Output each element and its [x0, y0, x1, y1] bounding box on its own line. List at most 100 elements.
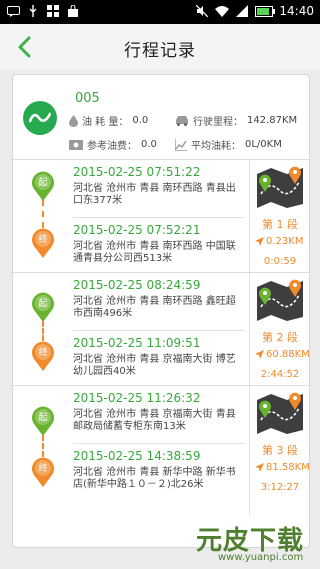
end-time: 2015-02-25 11:09:51 — [73, 336, 201, 350]
start-label: 起 — [38, 413, 48, 423]
clock: 14:40 — [279, 4, 314, 18]
mileage-value: 142.87KM — [247, 115, 298, 126]
divider — [249, 386, 250, 516]
start-address: 河北省 沧州市 青县 南环西路 青县出口东377米 — [73, 183, 236, 206]
trip-segment-info: 第 1 段 0.23KM 0:0:59 — [251, 160, 309, 277]
start-marker: 起 — [31, 292, 55, 322]
vehicle-summary: 005 油 耗 量： 0.0 行驶里程： 142.87KM 参考油费： 0.0 … — [13, 75, 309, 159]
trip-item[interactable]: 起 终 2015-02-25 08:24:59 河北省 沧州市 青县 南环西路 … — [13, 272, 309, 390]
message-icon — [6, 4, 20, 18]
trip-route-rail: 起 终 — [31, 160, 55, 277]
trip-record-card: 005 油 耗 量： 0.0 行驶里程： 142.87KM 参考油费： 0.0 … — [12, 74, 310, 548]
end-marker: 终 — [31, 228, 55, 258]
trip-end: 2015-02-25 07:52:21 河北省 沧州市 青县 南环西路 中国联通… — [73, 223, 245, 265]
start-marker: 起 — [31, 406, 55, 436]
page-title: 行程记录 — [124, 41, 196, 61]
trip-route-rail: 起 终 — [31, 386, 55, 516]
fuel-consumption-stat: 油 耗 量： 0.0 — [69, 113, 148, 128]
segment-duration: 0:0:59 — [263, 256, 297, 267]
trip-start: 2015-02-25 07:51:22 河北省 沧州市 青县 南环西路 青县出口… — [73, 165, 245, 207]
car-id: 005 — [75, 91, 100, 106]
route-dashes — [42, 200, 44, 228]
trip-route-rail: 起 终 — [31, 273, 55, 390]
reference-cost-stat: 参考油费： 0.0 — [69, 137, 157, 152]
avg-value: 0L/0KM — [245, 139, 282, 150]
avg-label: 平均油耗： — [191, 141, 241, 152]
segment-duration: 2:44:52 — [260, 369, 300, 380]
money-icon — [69, 139, 83, 150]
mute-icon — [195, 4, 209, 18]
end-address: 河北省 沧州市 青县 南环西路 中国联通青县分公司西513米 — [73, 241, 236, 264]
map-icon[interactable] — [255, 392, 305, 434]
distance-value: 60.88KM — [266, 349, 310, 360]
trip-segment-info: 第 2 段 60.88KM 2:44:52 — [251, 273, 309, 390]
end-address: 河北省 沧州市 青县 新华中路 新华书店(新华中路１０－２)北26米 — [73, 467, 236, 490]
end-time: 2015-02-25 14:38:59 — [73, 449, 201, 463]
watermark-url: www.yuanpi.com — [218, 552, 304, 563]
route-dashes — [42, 435, 44, 457]
shopping-bag-icon — [66, 4, 80, 18]
trip-start: 2015-02-25 08:24:59 河北省 沧州市 青县 南环西路 鑫旺超市… — [73, 278, 245, 320]
status-bar: 14:40 — [0, 0, 320, 24]
cost-value: 0.0 — [141, 139, 157, 150]
trip-item[interactable]: 起 终 2015-02-25 07:51:22 河北省 沧州市 青县 南环西路 … — [13, 159, 309, 277]
end-label: 终 — [38, 235, 48, 245]
navigation-arrow-icon — [255, 463, 264, 472]
distance-value: 0.23KM — [266, 236, 304, 247]
mileage-stat: 行驶里程： 142.87KM — [175, 113, 297, 128]
map-icon[interactable] — [255, 279, 305, 321]
average-consumption-stat: 平均油耗： 0L/0KM — [175, 137, 282, 152]
car-icon — [176, 116, 188, 126]
segment-label: 第 3 段 — [262, 444, 298, 457]
divider — [73, 443, 245, 444]
start-label: 起 — [38, 178, 48, 188]
trip-item[interactable]: 起 终 2015-02-25 11:26:32 河北省 沧州市 青县 京福南大街… — [13, 385, 309, 516]
start-address: 河北省 沧州市 青县 南环西路 鑫旺超市西南496米 — [73, 296, 236, 319]
segment-distance: 81.58KM — [255, 462, 310, 473]
distance-value: 81.58KM — [266, 462, 310, 473]
mileage-label: 行驶里程： — [193, 117, 243, 128]
divider — [73, 330, 245, 331]
trip-segment-info: 第 3 段 81.58KM 3:12:27 — [251, 386, 309, 503]
map-icon[interactable] — [255, 166, 305, 208]
end-label: 终 — [38, 348, 48, 358]
start-address: 河北省 沧州市 青县 京福南大街 青县邮政局储蓄专柜东南13米 — [73, 409, 236, 432]
divider — [249, 160, 250, 277]
end-time: 2015-02-25 07:52:21 — [73, 223, 201, 237]
fuel-drop-icon — [69, 114, 78, 127]
end-address: 河北省 沧州市 青县 京福南大街 博艺幼儿园西40米 — [73, 354, 236, 377]
start-label: 起 — [38, 299, 48, 309]
segment-label: 第 2 段 — [262, 331, 298, 344]
cost-label: 参考油费： — [87, 141, 137, 152]
fuel-label: 油 耗 量： — [82, 117, 129, 128]
segment-label: 第 1 段 — [262, 218, 298, 231]
battery-icon — [255, 5, 276, 17]
navigation-arrow-icon — [255, 350, 264, 359]
app-header: 行程记录 — [0, 24, 320, 70]
end-marker: 终 — [31, 341, 55, 371]
fuel-value: 0.0 — [132, 115, 149, 126]
end-marker: 终 — [31, 457, 55, 487]
route-dashes — [42, 321, 44, 341]
segment-distance: 0.23KM — [255, 236, 303, 247]
segment-distance: 60.88KM — [255, 349, 310, 360]
start-time: 2015-02-25 11:26:32 — [73, 391, 201, 405]
usb-icon — [26, 4, 40, 18]
segment-duration: 3:12:27 — [260, 482, 300, 493]
divider — [73, 217, 245, 218]
watermark: 元皮下载 www.yuanpi.com — [196, 518, 318, 568]
end-label: 终 — [38, 464, 48, 474]
start-time: 2015-02-25 07:51:22 — [73, 165, 201, 179]
start-time: 2015-02-25 08:24:59 — [73, 278, 201, 292]
signal-icon — [235, 4, 249, 18]
trip-end: 2015-02-25 14:38:59 河北省 沧州市 青县 新华中路 新华书店… — [73, 449, 245, 491]
chart-icon — [175, 138, 187, 151]
trip-end: 2015-02-25 11:09:51 河北省 沧州市 青县 京福南大街 博艺幼… — [73, 336, 245, 378]
navigation-arrow-icon — [255, 237, 264, 246]
trip-start: 2015-02-25 11:26:32 河北省 沧州市 青县 京福南大街 青县邮… — [73, 391, 245, 433]
divider — [249, 273, 250, 390]
vehicle-logo-icon — [23, 101, 57, 135]
grid-icon — [46, 4, 60, 18]
wifi-icon — [215, 4, 230, 18]
start-marker: 起 — [31, 171, 55, 201]
